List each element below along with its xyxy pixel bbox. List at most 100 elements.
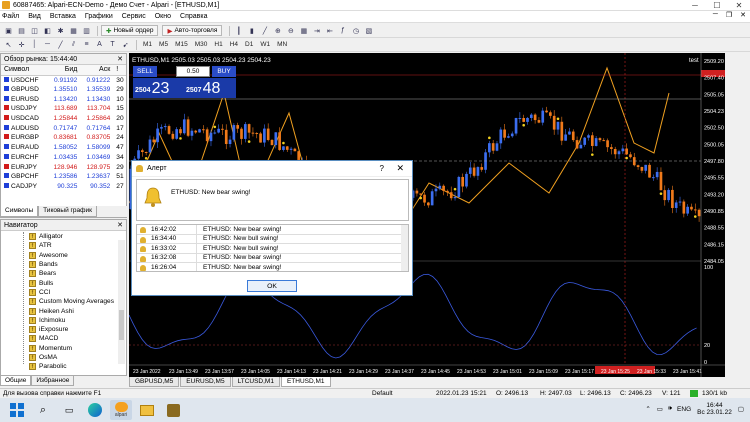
col-ask[interactable]: Аск <box>80 65 114 76</box>
navigator-item[interactable]: f Alligator <box>1 232 126 241</box>
navigator-item[interactable]: f MACD <box>1 334 126 343</box>
search-icon[interactable]: ⌕ <box>32 400 54 420</box>
tab-common[interactable]: Общие <box>0 376 32 386</box>
buy-button[interactable]: BUY <box>212 66 236 77</box>
chart-tab-ethusd[interactable]: ETHUSD,M1 <box>280 377 331 387</box>
table-row[interactable]: USDJPY 113.689 113.704 15 <box>1 104 126 114</box>
tf-m30[interactable]: M30 <box>192 39 211 50</box>
table-row[interactable]: USDCAD 1.25844 1.25864 20 <box>1 114 126 124</box>
minimize-button[interactable]: ─ <box>684 0 706 11</box>
clock[interactable]: 16:44 Вс 23.01.22 <box>697 402 732 416</box>
new-chart-icon[interactable]: ▣ <box>3 25 14 36</box>
navigator-item[interactable]: f OsMA <box>1 353 126 362</box>
chevron-up-icon[interactable]: ⌃ <box>645 405 650 413</box>
navigator-item[interactable]: f CCI <box>1 288 126 297</box>
indicators-icon[interactable]: ƒ <box>337 25 348 36</box>
horizontal-line-icon[interactable]: ─ <box>42 39 53 50</box>
chart-tab-ltcusd[interactable]: LTCUSD,M1 <box>231 377 280 387</box>
menu-tools[interactable]: Сервис <box>122 13 146 20</box>
navigator-item[interactable]: f ATR <box>1 241 126 250</box>
tf-d1[interactable]: D1 <box>242 39 256 50</box>
navigator-item[interactable]: f Heiken Ashi <box>1 306 126 315</box>
candle-chart-icon[interactable]: ▮ <box>246 25 257 36</box>
bar-chart-icon[interactable]: ┃ <box>233 25 244 36</box>
cursor-icon[interactable]: ↖ <box>3 39 14 50</box>
list-item[interactable]: 16:33:02 ETHUSD: New bull swing! <box>137 244 408 254</box>
navigator-item[interactable]: f iExposure <box>1 325 126 334</box>
help-button[interactable]: ? <box>380 164 384 173</box>
tab-favorites[interactable]: Избранное <box>31 376 75 386</box>
volume-icon[interactable]: 🕪 <box>668 405 672 413</box>
tf-h1[interactable]: H1 <box>211 39 225 50</box>
menu-window[interactable]: Окно <box>155 13 171 20</box>
templates-icon[interactable]: ▧ <box>363 25 374 36</box>
navigator-item[interactable]: f Bands <box>1 260 126 269</box>
table-row[interactable]: GBPCHF 1.23586 1.23637 51 <box>1 172 126 182</box>
child-close-button[interactable]: ✕ <box>740 11 746 19</box>
app-icon[interactable] <box>162 400 184 420</box>
tile-windows-icon[interactable]: ▦ <box>298 25 309 36</box>
navigator-item[interactable]: f Momentum <box>1 344 126 353</box>
menu-insert[interactable]: Вставка <box>50 13 76 20</box>
log-scrollbar[interactable] <box>401 225 408 271</box>
buy-price[interactable]: 2507 48 <box>184 78 236 98</box>
close-window-button[interactable]: ✕ <box>728 0 750 11</box>
col-symbol[interactable]: Символ <box>1 65 48 76</box>
edge-icon[interactable] <box>84 400 106 420</box>
menu-file[interactable]: Файл <box>2 13 19 20</box>
tab-symbols[interactable]: Символы <box>0 206 39 217</box>
trendline-icon[interactable]: ╱ <box>55 39 66 50</box>
data-window-icon[interactable]: ◧ <box>42 25 53 36</box>
list-item[interactable]: 16:26:04 ETHUSD: New bear swing! <box>137 263 408 271</box>
menu-view[interactable]: Вид <box>28 13 41 20</box>
autoscroll-icon[interactable]: ⇥ <box>311 25 322 36</box>
strategy-tester-icon[interactable]: ▥ <box>81 25 92 36</box>
text-tool-icon[interactable]: A <box>94 39 105 50</box>
crosshair-icon[interactable]: ✛ <box>16 39 27 50</box>
chart-tab-eurusd[interactable]: EURUSD,M5 <box>180 377 231 387</box>
status-profile[interactable]: Default <box>372 390 393 397</box>
child-minimize-button[interactable]: ─ <box>713 11 718 19</box>
zoom-out-icon[interactable]: ⊖ <box>285 25 296 36</box>
navigator-item[interactable]: f Awesome <box>1 251 126 260</box>
start-icon[interactable] <box>6 400 28 420</box>
navigator-item[interactable]: f Ichimoku <box>1 316 126 325</box>
tf-h4[interactable]: H4 <box>227 39 241 50</box>
child-restore-button[interactable]: ❐ <box>726 11 732 19</box>
list-item[interactable]: 16:32:08 ETHUSD: New bear swing! <box>137 253 408 263</box>
task-view-icon[interactable]: ▭ <box>58 400 80 420</box>
profiles-icon[interactable]: ▤ <box>16 25 27 36</box>
table-row[interactable]: GBPUSD 1.35510 1.35539 29 <box>1 85 126 95</box>
menu-charts[interactable]: Графики <box>85 13 113 20</box>
table-row[interactable]: EURCHF 1.03435 1.03469 34 <box>1 153 126 163</box>
navigator-item[interactable]: f Parabolic <box>1 362 126 371</box>
sell-price[interactable]: 2504 23 <box>133 78 185 98</box>
zoom-in-icon[interactable]: ⊕ <box>272 25 283 36</box>
navigator-scrollbar[interactable] <box>118 240 125 364</box>
chart-tab-gbpusd[interactable]: GBPUSD,M5 <box>129 377 180 387</box>
tab-tick-chart[interactable]: Тиковый график <box>38 206 97 217</box>
menu-help[interactable]: Справка <box>180 13 207 20</box>
explorer-icon[interactable] <box>136 400 158 420</box>
dialog-close-button[interactable]: ✕ <box>396 163 404 174</box>
navigator-icon[interactable]: ✱ <box>55 25 66 36</box>
sell-button[interactable]: SELL <box>133 66 157 77</box>
tf-mn[interactable]: MN <box>274 39 290 50</box>
list-item[interactable]: 16:42:02 ETHUSD: New bear swing! <box>137 225 408 235</box>
maximize-button[interactable]: ☐ <box>706 0 728 11</box>
table-row[interactable]: AUDUSD 0.71747 0.71764 17 <box>1 123 126 133</box>
tf-m1[interactable]: M1 <box>140 39 155 50</box>
market-watch-icon[interactable]: ◫ <box>29 25 40 36</box>
label-tool-icon[interactable]: T <box>107 39 118 50</box>
language-indicator[interactable]: ENG <box>677 406 691 413</box>
fibonacci-icon[interactable]: ≡ <box>81 39 92 50</box>
network-icon[interactable]: ▭ <box>657 405 663 413</box>
navigator-item[interactable]: f Custom Moving Averages <box>1 297 126 306</box>
lot-size-input[interactable]: 0.50 <box>176 66 210 77</box>
tf-w1[interactable]: W1 <box>257 39 273 50</box>
tf-m15[interactable]: M15 <box>172 39 191 50</box>
line-chart-icon[interactable]: ╱ <box>259 25 270 36</box>
close-icon[interactable]: ✕ <box>117 221 123 229</box>
tf-m5[interactable]: M5 <box>156 39 171 50</box>
notifications-icon[interactable]: ▢ <box>738 405 744 413</box>
